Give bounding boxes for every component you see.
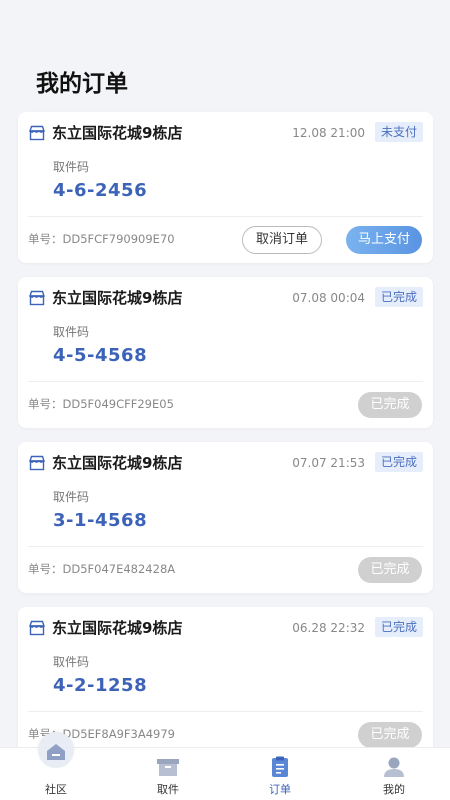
store-name: 东立国际花城9栋店 <box>52 619 183 637</box>
order-time: 06.28 22:32 <box>292 621 365 635</box>
tab-label: 取件 <box>157 783 179 796</box>
pickup-code-label: 取件码 <box>53 160 90 174</box>
store-icon <box>29 455 45 471</box>
order-time: 12.08 21:00 <box>292 126 365 140</box>
order-time: 07.08 00:04 <box>292 291 365 305</box>
pickup-code-label: 取件码 <box>53 325 90 339</box>
tab-label: 订单 <box>269 783 291 796</box>
order-number-value: DD5F049CFF29E05 <box>62 397 174 411</box>
store-icon <box>29 125 45 141</box>
clipboard-icon <box>272 756 288 777</box>
user-icon <box>384 757 404 777</box>
tab-community[interactable]: 社区 <box>0 732 112 800</box>
store-name: 东立国际花城9栋店 <box>52 289 183 307</box>
tab-pickup[interactable]: 取件 <box>112 748 224 800</box>
order-card-header: 东立国际花城9栋店 07.07 21:53 已完成 <box>28 452 423 474</box>
completed-button[interactable]: 已完成 <box>358 557 422 583</box>
pickup-code: 3-1-4568 <box>53 510 148 531</box>
bottom-tab-bar: 社区 取件 订单 我的 <box>0 732 450 800</box>
divider <box>28 216 423 217</box>
order-card[interactable]: 东立国际花城9栋店 12.08 21:00 未支付 取件码 4-6-2456 单… <box>18 112 433 263</box>
order-card[interactable]: 东立国际花城9栋店 06.28 22:32 已完成 取件码 4-2-1258 单… <box>18 607 433 758</box>
cancel-order-button[interactable]: 取消订单 <box>242 226 322 254</box>
order-number-value: DD5EF8A9F3A4979 <box>62 727 175 741</box>
store-icon <box>29 290 45 306</box>
status-badge: 已完成 <box>374 452 423 472</box>
status-badge: 已完成 <box>374 287 423 307</box>
order-number-prefix: 单号： <box>28 232 63 246</box>
store-name: 东立国际花城9栋店 <box>52 454 183 472</box>
box-icon <box>157 759 179 776</box>
order-number-prefix: 单号： <box>28 397 63 411</box>
divider <box>28 381 423 382</box>
order-card-header: 东立国际花城9栋店 06.28 22:32 已完成 <box>28 617 423 639</box>
pickup-code: 4-6-2456 <box>53 180 148 201</box>
store-icon <box>29 620 45 636</box>
tab-orders[interactable]: 订单 <box>224 748 336 800</box>
tab-label: 我的 <box>383 783 405 796</box>
status-badge: 未支付 <box>374 122 423 142</box>
order-time: 07.07 21:53 <box>292 456 365 470</box>
order-number: 单号：DD5FCF790909E70 <box>28 231 175 247</box>
order-list: 东立国际花城9栋店 12.08 21:00 未支付 取件码 4-6-2456 单… <box>18 112 433 772</box>
order-card[interactable]: 东立国际花城9栋店 07.07 21:53 已完成 取件码 3-1-4568 单… <box>18 442 433 593</box>
divider <box>28 711 423 712</box>
tab-me[interactable]: 我的 <box>338 748 450 800</box>
home-icon <box>47 744 65 760</box>
order-number: 单号：DD5F049CFF29E05 <box>28 396 174 412</box>
page-title: 我的订单 <box>36 71 128 97</box>
pickup-code-label: 取件码 <box>53 490 90 504</box>
order-card-header: 东立国际花城9栋店 12.08 21:00 未支付 <box>28 122 423 144</box>
completed-button[interactable]: 已完成 <box>358 722 422 748</box>
order-number-prefix: 单号： <box>28 562 63 576</box>
store-name: 东立国际花城9栋店 <box>52 124 183 142</box>
order-card-header: 东立国际花城9栋店 07.08 00:04 已完成 <box>28 287 423 309</box>
order-number: 单号：DD5F047E482428A <box>28 561 175 577</box>
order-number-value: DD5FCF790909E70 <box>62 232 175 246</box>
tab-label: 社区 <box>45 783 67 796</box>
completed-button[interactable]: 已完成 <box>358 392 422 418</box>
pickup-code: 4-5-4568 <box>53 345 148 366</box>
status-badge: 已完成 <box>374 617 423 637</box>
order-card[interactable]: 东立国际花城9栋店 07.08 00:04 已完成 取件码 4-5-4568 单… <box>18 277 433 428</box>
order-number-value: DD5F047E482428A <box>62 562 176 576</box>
pay-now-button[interactable]: 马上支付 <box>346 226 422 254</box>
pickup-code: 4-2-1258 <box>53 675 148 696</box>
pickup-code-label: 取件码 <box>53 655 90 669</box>
divider <box>28 546 423 547</box>
